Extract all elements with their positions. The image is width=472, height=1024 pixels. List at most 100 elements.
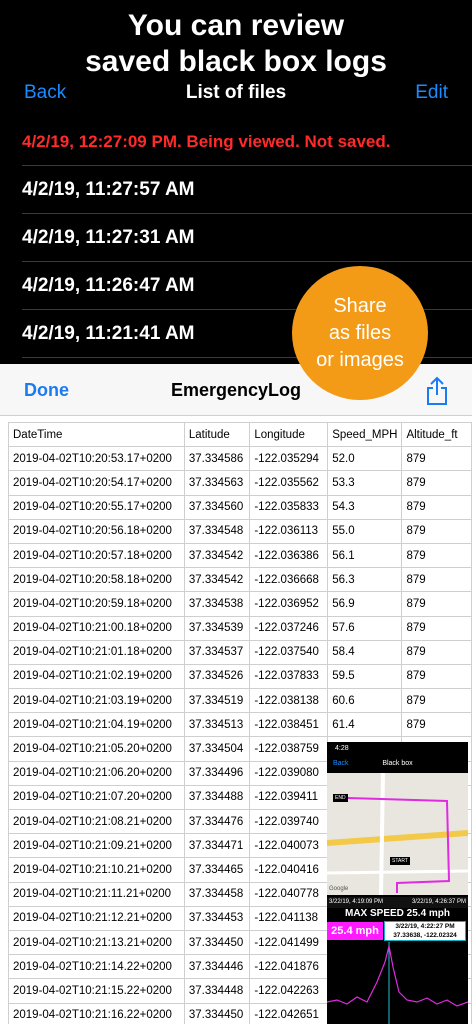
table-cell: -122.035562 — [249, 470, 329, 496]
table-cell: 37.334526 — [183, 663, 251, 690]
table-cell: 879 — [401, 494, 472, 520]
table-cell: 37.334560 — [183, 494, 251, 520]
edit-button[interactable]: Edit — [415, 82, 448, 104]
table-cell: -122.040778 — [249, 881, 329, 907]
table-cell: 2019-04-02T10:21:01.18+0200 — [8, 639, 185, 665]
table-cell: 879 — [401, 615, 472, 641]
navigation-bar: Back List of files Edit — [0, 78, 472, 110]
table-cell: 56.1 — [327, 542, 403, 569]
table-cell: 2019-04-02T10:21:13.21+0200 — [8, 929, 185, 956]
table-cell: 53.3 — [327, 470, 403, 496]
table-cell: -122.041138 — [249, 905, 329, 931]
table-cell: 37.334476 — [183, 808, 251, 835]
table-cell: 2019-04-02T10:20:53.17+0200 — [8, 446, 185, 472]
thumb-start-label: START — [390, 857, 410, 865]
table-cell: 37.334453 — [183, 905, 251, 931]
table-cell: 37.334542 — [183, 567, 251, 593]
table-cell: -122.042263 — [249, 978, 329, 1004]
thumb-speed-chart — [327, 942, 468, 1024]
thumb-date-range: 3/22/19, 4:19:09 PM 3/22/19, 4:26:37 PM — [327, 897, 468, 908]
table-cell: 58.4 — [327, 639, 403, 665]
table-cell: 56.9 — [327, 591, 403, 617]
table-cell: 879 — [401, 688, 472, 714]
table-cell: 879 — [401, 542, 472, 569]
table-cell: -122.038759 — [249, 736, 329, 762]
table-cell: -122.037540 — [249, 639, 329, 665]
table-cell: 61.4 — [327, 712, 403, 738]
table-cell: 37.334446 — [183, 954, 251, 980]
badge-line-3: or images — [316, 348, 404, 371]
table-cell: 59.5 — [327, 663, 403, 690]
table-cell: 879 — [401, 663, 472, 690]
table-cell: -122.039080 — [249, 760, 329, 786]
table-row: 2019-04-02T10:21:00.18+0200 37.334539 -122… — [8, 615, 472, 641]
table-cell: -122.041499 — [249, 929, 329, 956]
table-cell: 37.334548 — [183, 518, 251, 544]
file-row[interactable]: 4/2/19, 11:27:57 AM — [22, 166, 472, 214]
table-cell: -122.041876 — [249, 954, 329, 980]
table-cell: -122.038451 — [249, 712, 329, 738]
table-cell: 2019-04-02T10:21:00.18+0200 — [8, 615, 185, 641]
thumb-map — [327, 772, 468, 896]
col-header-datetime: DateTime — [8, 421, 185, 448]
table-cell: 52.0 — [327, 446, 403, 472]
table-cell: 37.334471 — [183, 833, 251, 859]
table-cell: -122.038138 — [249, 688, 329, 714]
table-cell: 879 — [401, 591, 472, 617]
table-cell: 2019-04-02T10:21:16.22+0200 — [8, 1002, 185, 1024]
table-cell: 2019-04-02T10:20:56.18+0200 — [8, 518, 185, 544]
table-cell: 57.6 — [327, 615, 403, 641]
table-cell: -122.035294 — [249, 446, 329, 472]
thumb-tooltip-time: 3/22/19, 4:22:27 PM — [395, 923, 455, 930]
table-cell: -122.036386 — [249, 542, 329, 569]
table-row: 2019-04-02T10:20:54.17+0200 37.334563 -122… — [8, 470, 472, 496]
nav-title: List of files — [185, 82, 287, 103]
badge-line-1: Share — [333, 294, 387, 317]
thumb-max-speed: MAX SPEED 25.4 mph — [344, 908, 451, 919]
thumb-speed-badge: 25.4 mph — [327, 922, 383, 940]
table-cell: 37.334537 — [183, 639, 251, 665]
table-cell: 37.334504 — [183, 736, 251, 762]
table-cell: 2019-04-02T10:20:58.18+0200 — [8, 567, 185, 593]
thumb-tooltip-coords: 37.33638, -122.02324 — [393, 932, 457, 939]
table-row: 2019-04-02T10:20:58.18+0200 37.334542 -122… — [8, 567, 472, 593]
table-cell: 2019-04-02T10:20:57.18+0200 — [8, 542, 185, 569]
table-cell: 37.334496 — [183, 760, 251, 786]
table-cell: 2019-04-02T10:21:14.22+0200 — [8, 954, 185, 980]
table-cell: 2019-04-02T10:21:11.21+0200 — [8, 881, 185, 907]
table-cell: 60.6 — [327, 688, 403, 714]
table-cell: 37.334519 — [183, 688, 251, 714]
table-cell: 37.334563 — [183, 470, 251, 496]
table-cell: 879 — [401, 470, 472, 496]
thumb-tooltip: 3/22/19, 4:22:27 PM 37.33638, -122.02324 — [384, 921, 466, 941]
table-cell: -122.036668 — [249, 567, 329, 593]
file-row[interactable]: 4/2/19, 11:27:31 AM — [22, 214, 472, 262]
thumb-date-start: 3/22/19, 4:19:09 PM — [329, 899, 384, 905]
table-cell: -122.036113 — [249, 518, 329, 544]
table-cell: 2019-04-02T10:21:05.20+0200 — [8, 736, 185, 762]
table-cell: 2019-04-02T10:21:07.20+0200 — [8, 784, 185, 811]
col-header-longitude: Longitude — [249, 421, 329, 448]
table-row: 2019-04-02T10:21:03.19+0200 37.334519 -122… — [8, 688, 472, 714]
promo-headline: You can review saved black box logs — [0, 8, 472, 80]
table-cell: 37.334539 — [183, 615, 251, 641]
file-row-current[interactable]: 4/2/19, 12:27:09 PM. Being viewed. Not s… — [22, 118, 472, 166]
table-cell: -122.036952 — [249, 591, 329, 617]
table-header-row: DateTime Latitude Longitude Speed_MPH Al… — [8, 421, 472, 448]
table-cell: 37.334458 — [183, 881, 251, 907]
table-cell: 879 — [401, 712, 472, 738]
thumb-end-label: END — [333, 794, 348, 802]
share-icon[interactable] — [426, 376, 448, 406]
table-cell: 2019-04-02T10:21:08.21+0200 — [8, 808, 185, 835]
thumb-nav: Back Black box — [327, 756, 468, 772]
table-cell: -122.042651 — [249, 1002, 329, 1024]
table-cell: 37.334465 — [183, 857, 251, 883]
table-cell: 37.334513 — [183, 712, 251, 738]
table-cell: 2019-04-02T10:21:02.19+0200 — [8, 663, 185, 690]
table-cell: 55.0 — [327, 518, 403, 544]
table-row: 2019-04-02T10:20:55.17+0200 37.334560 -122… — [8, 494, 472, 520]
headline-line-2: saved black box logs — [85, 45, 387, 78]
table-cell: 2019-04-02T10:21:10.21+0200 — [8, 857, 185, 883]
map-route — [327, 772, 468, 896]
table-cell: -122.035833 — [249, 494, 329, 520]
